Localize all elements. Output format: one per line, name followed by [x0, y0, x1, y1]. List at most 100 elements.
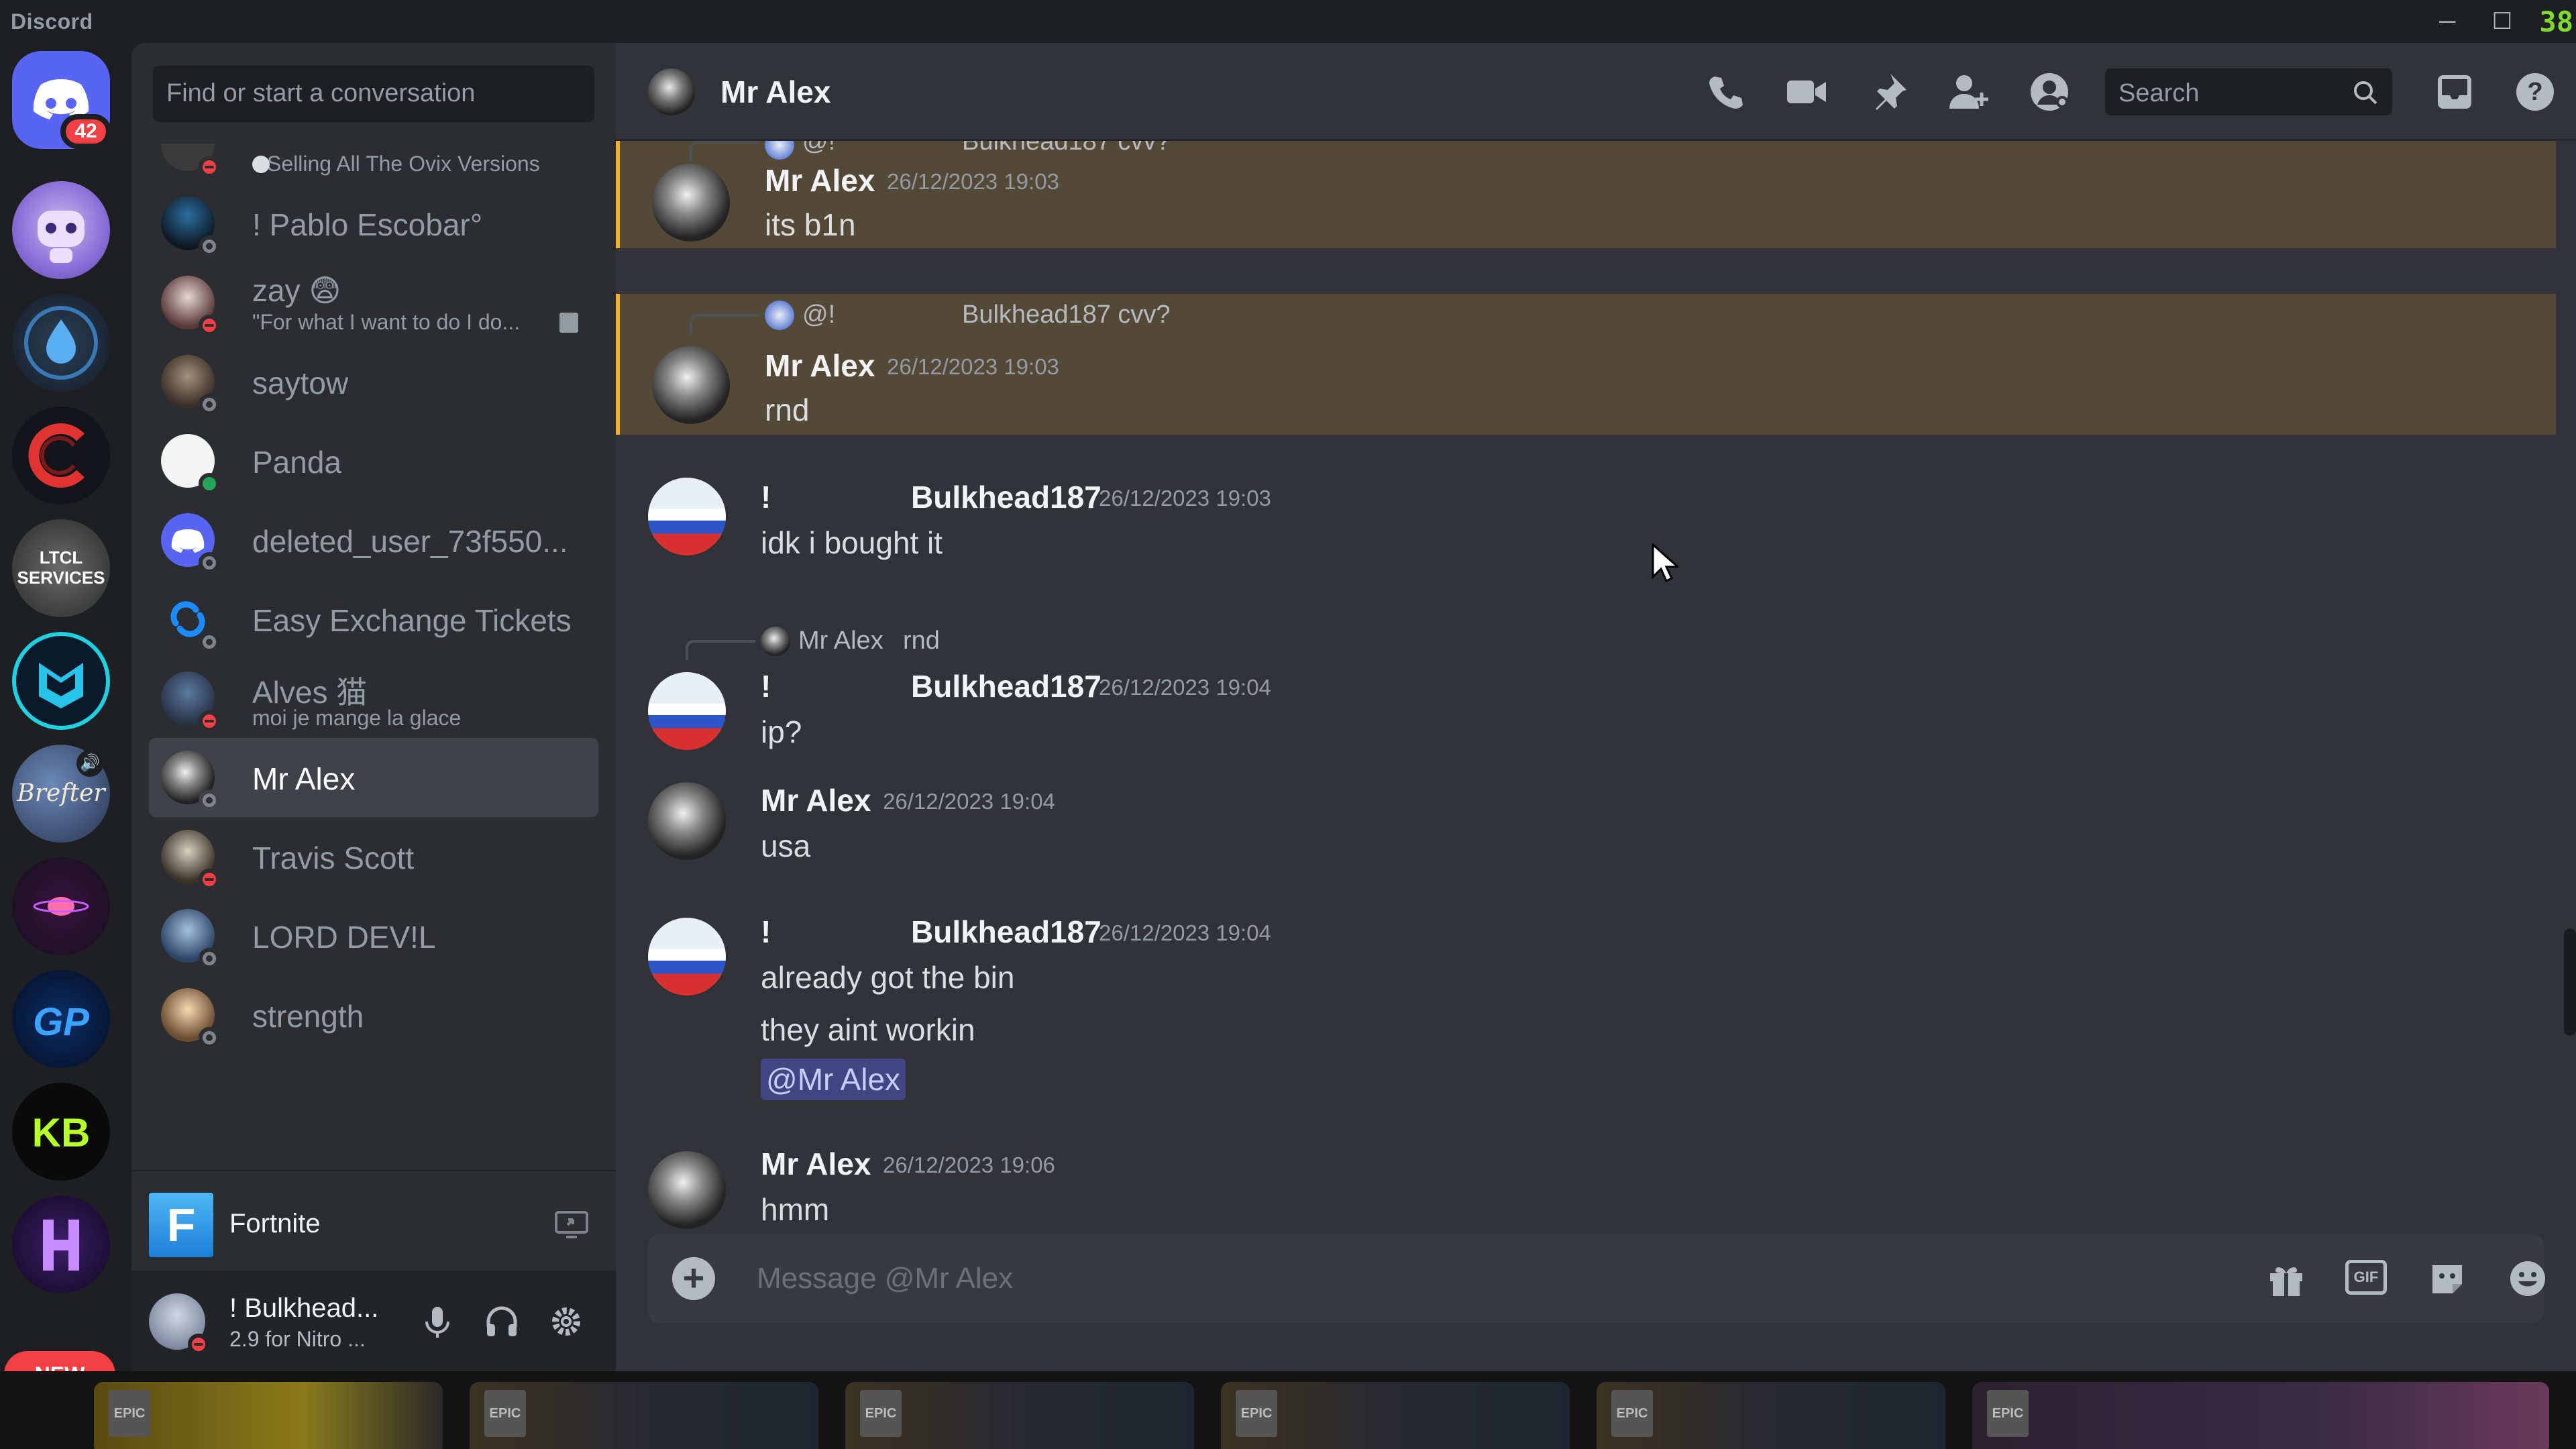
server-m[interactable]	[12, 632, 110, 730]
inbox-icon[interactable]	[2431, 68, 2478, 115]
message-author[interactable]: Mr Alex	[761, 782, 871, 818]
h-logo-icon	[43, 1220, 79, 1271]
message[interactable]: ! Bulkhead187 26/12/2023 19:04 already g…	[616, 903, 2556, 1124]
server-ltcl[interactable]: LTCL SERVICES	[12, 519, 110, 617]
message-author[interactable]: Bulkhead187	[911, 668, 1102, 704]
server-planet[interactable]	[12, 857, 110, 955]
message[interactable]: @! Bulkhead187 cvv? Mr Alex 26/12/2023 1…	[616, 294, 2556, 435]
message-text: usa	[761, 828, 811, 863]
title-bar: Discord ─ ☐ 38	[0, 0, 2576, 43]
server-kb[interactable]: KB	[12, 1083, 110, 1181]
activity-panel: F Fortnite	[131, 1170, 616, 1271]
c-logo-icon	[28, 423, 85, 488]
message-avatar[interactable]	[652, 346, 730, 424]
dm-name: zay 😨	[252, 273, 341, 308]
message-input[interactable]	[757, 1258, 2233, 1299]
epic-games-logo: EPIC GAMES	[1236, 1390, 1277, 1437]
reply-author: Mr Alex	[798, 627, 883, 655]
search-placeholder: Search	[2118, 79, 2200, 107]
dm-item-deleted-user[interactable]: deleted_user_73f550...	[149, 500, 598, 580]
message[interactable]: Mr Alex rnd ! Bulkhead187 26/12/2023 19:…	[616, 598, 2556, 753]
chat-panel: Mr Alex Search ? @! Bulkhead187 cvv? Mr …	[616, 43, 2576, 1371]
message-author[interactable]: Bulkhead187	[911, 479, 1102, 515]
gear-icon[interactable]	[546, 1301, 586, 1342]
dm-item-lord-devil[interactable]: LORD DEV!L	[149, 896, 598, 975]
video-call-icon[interactable]	[1783, 68, 1830, 115]
message-author[interactable]: Mr Alex	[765, 162, 875, 199]
dm-item-alves[interactable]: Alves 猫 moi je mange la glace	[149, 659, 598, 738]
background-game-strip: EPIC GAMES EPIC GAMES EPIC GAMES EPIC GA…	[0, 1371, 2576, 1449]
status-dnd-icon	[199, 315, 220, 336]
gif-button[interactable]: GIF	[2345, 1260, 2387, 1295]
server-kb-label: KB	[32, 1110, 91, 1155]
screen-share-icon[interactable]	[554, 1210, 589, 1240]
epic-games-logo: EPIC GAMES	[860, 1390, 902, 1437]
microphone-icon[interactable]	[417, 1301, 458, 1342]
dm-name: deleted_user_73f550...	[252, 524, 568, 559]
search-icon	[2354, 81, 2377, 105]
scrollbar[interactable]	[2564, 928, 2576, 1036]
fps-counter: 38	[2539, 5, 2573, 38]
message-text: rnd	[765, 392, 810, 427]
message-composer: + GIF	[648, 1234, 2545, 1323]
attach-plus-icon[interactable]: +	[672, 1257, 715, 1300]
message-author-prefix: !	[761, 480, 771, 515]
user-profile-icon[interactable]	[2026, 68, 2073, 115]
new-badge[interactable]: NEW	[4, 1351, 115, 1371]
server-h[interactable]	[12, 1195, 110, 1293]
message-timestamp: 26/12/2023 19:03	[1099, 486, 1271, 511]
reply-text: rnd	[903, 627, 940, 655]
message-author[interactable]: Mr Alex	[761, 1146, 871, 1182]
message-avatar[interactable]	[648, 782, 726, 860]
add-friend-icon[interactable]	[1945, 68, 1992, 115]
sticker-icon[interactable]	[2426, 1257, 2469, 1300]
dm-item-panda[interactable]: Panda	[149, 421, 598, 500]
help-icon[interactable]: ?	[2512, 68, 2559, 115]
dm-item-strength[interactable]: strength	[149, 975, 598, 1055]
search-input[interactable]: Search	[2105, 68, 2392, 115]
emoji-icon[interactable]	[2506, 1257, 2549, 1300]
dm-name: ! Pablo Escobar°	[252, 207, 483, 242]
server-rail: 42 LTCL SERVICES Brefter 🔊 GP KB NEW	[0, 43, 131, 1371]
dm-item-mr-alex[interactable]: Mr Alex	[149, 738, 598, 817]
message[interactable]: ! Bulkhead187 26/12/2023 19:03 idk i bou…	[616, 463, 2556, 584]
message-author-prefix: !	[761, 914, 771, 949]
mouse-cursor-icon	[1652, 543, 1678, 583]
message-avatar[interactable]	[652, 164, 730, 241]
message-timestamp: 26/12/2023 19:04	[883, 789, 1055, 814]
fortnite-icon: F	[149, 1193, 213, 1257]
app-title: Discord	[11, 9, 93, 34]
status-offline-icon	[199, 394, 220, 415]
message[interactable]: Mr Alex 26/12/2023 19:04 usa	[616, 771, 2556, 885]
message-avatar[interactable]	[648, 672, 726, 750]
dm-search-input[interactable]: Find or start a conversation	[153, 66, 594, 122]
message-author[interactable]: Bulkhead187	[911, 914, 1102, 950]
dm-item-ovix[interactable]: Selling All The Ovix Versions	[149, 144, 598, 184]
server-c[interactable]	[12, 407, 110, 504]
message-avatar[interactable]	[648, 918, 726, 996]
dm-item-travis-scott[interactable]: Travis Scott	[149, 817, 598, 896]
user-name: ! Bulkhead...	[229, 1293, 379, 1323]
dm-item-easy-exchange[interactable]: Easy Exchange Tickets	[149, 580, 598, 659]
server-robot[interactable]	[12, 181, 110, 279]
game-tile: EPIC GAMES	[94, 1382, 443, 1449]
user-mention[interactable]: @Mr Alex	[761, 1059, 906, 1100]
server-gp[interactable]: GP	[12, 970, 110, 1068]
gift-icon[interactable]	[2265, 1257, 2308, 1300]
notification-badge: 42	[60, 114, 111, 149]
message[interactable]: @! Bulkhead187 cvv? Mr Alex 26/12/2023 1…	[616, 127, 2556, 248]
message-author[interactable]: Mr Alex	[765, 347, 875, 384]
headphones-icon[interactable]	[482, 1301, 522, 1342]
dm-item-pablo[interactable]: ! Pablo Escobar°	[149, 184, 598, 263]
dm-item-saytow[interactable]: saytow	[149, 342, 598, 421]
message-avatar[interactable]	[648, 478, 726, 555]
minimize-button[interactable]: ─	[2431, 7, 2463, 36]
maximize-button[interactable]: ☐	[2486, 7, 2518, 36]
pin-icon[interactable]	[1865, 68, 1912, 115]
dm-item-zay[interactable]: zay 😨 "For what I want to do I do...	[149, 263, 598, 342]
dm-sidebar: Find or start a conversation Selling All…	[131, 43, 616, 1371]
message-avatar[interactable]	[648, 1151, 726, 1229]
voice-call-icon[interactable]	[1703, 68, 1750, 115]
server-drop[interactable]	[12, 294, 110, 392]
dm-list: Selling All The Ovix Versions ! Pablo Es…	[149, 144, 598, 1170]
